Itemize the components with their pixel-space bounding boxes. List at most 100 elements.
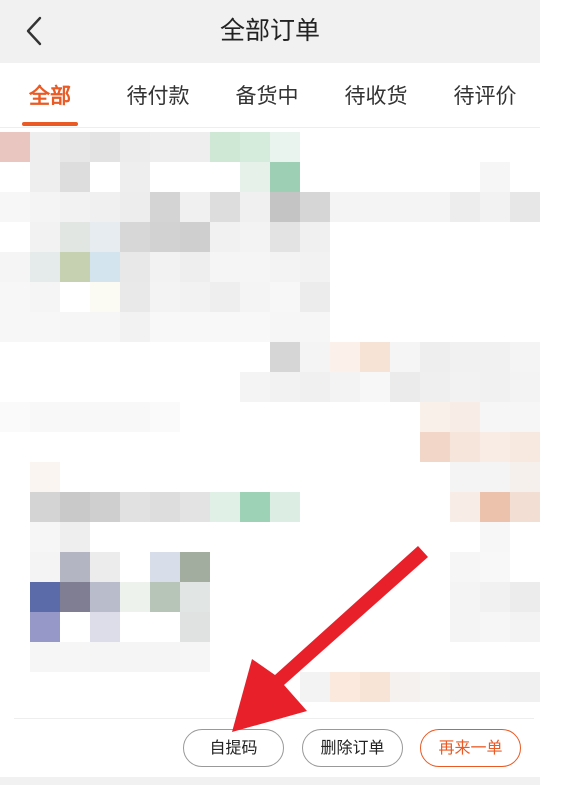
mosaic-cell xyxy=(450,432,480,462)
mosaic-cell xyxy=(180,612,210,642)
mosaic-cell xyxy=(480,342,510,372)
mosaic-cell xyxy=(90,252,120,282)
mosaic-cell xyxy=(0,282,30,312)
mosaic-cell xyxy=(360,192,390,222)
mosaic-cell xyxy=(360,342,390,372)
mosaic-cell xyxy=(420,192,450,222)
mosaic-cell xyxy=(270,282,300,312)
mosaic-cell xyxy=(240,162,270,192)
mosaic-cell xyxy=(210,312,240,342)
mosaic-cell xyxy=(30,612,60,642)
mosaic-cell xyxy=(300,282,330,312)
mosaic-cell xyxy=(480,192,510,222)
mosaic-cell xyxy=(120,642,150,672)
mosaic-cell xyxy=(180,312,210,342)
mosaic-cell xyxy=(90,402,120,432)
mosaic-cell xyxy=(60,252,90,282)
mosaic-cell xyxy=(90,612,120,642)
active-tab-indicator xyxy=(22,122,78,126)
pixelated-order-content xyxy=(0,132,540,717)
mosaic-cell xyxy=(30,312,60,342)
pickup-code-button[interactable]: 自提码 xyxy=(183,729,284,767)
mosaic-cell xyxy=(90,582,120,612)
mosaic-cell xyxy=(450,462,480,492)
tab-pending-receipt[interactable]: 待收货 xyxy=(333,79,419,113)
tab-preparing[interactable]: 备货中 xyxy=(224,79,310,113)
mosaic-cell xyxy=(480,612,510,642)
reorder-button[interactable]: 再来一单 xyxy=(420,729,521,767)
mosaic-cell xyxy=(60,222,90,252)
mosaic-cell xyxy=(330,192,360,222)
mosaic-cell xyxy=(120,312,150,342)
mosaic-cell xyxy=(150,642,180,672)
mosaic-cell xyxy=(150,312,180,342)
mosaic-cell xyxy=(240,132,270,162)
mosaic-cell xyxy=(240,252,270,282)
mosaic-cell xyxy=(60,582,90,612)
mosaic-cell xyxy=(420,402,450,432)
mosaic-cell xyxy=(510,432,540,462)
mosaic-cell xyxy=(0,192,30,222)
mosaic-cell xyxy=(420,372,450,402)
mosaic-cell xyxy=(90,192,120,222)
mosaic-cell xyxy=(450,372,480,402)
mosaic-cell xyxy=(30,282,60,312)
page-title: 全部订单 xyxy=(219,16,320,45)
mosaic-cell xyxy=(450,552,480,582)
mosaic-cell xyxy=(180,282,210,312)
mosaic-cell xyxy=(0,312,30,342)
tab-pending-review[interactable]: 待评价 xyxy=(442,79,528,113)
mosaic-cell xyxy=(90,492,120,522)
mosaic-cell xyxy=(60,132,90,162)
mosaic-cell xyxy=(330,672,360,702)
mosaic-cell xyxy=(420,432,450,462)
bottom-separator xyxy=(0,777,540,785)
mosaic-cell xyxy=(390,192,420,222)
mosaic-cell xyxy=(60,192,90,222)
mosaic-cell xyxy=(150,402,180,432)
mosaic-cell xyxy=(90,312,120,342)
mosaic-cell xyxy=(90,282,120,312)
mosaic-cell xyxy=(120,222,150,252)
mosaic-cell xyxy=(90,132,120,162)
mosaic-cell xyxy=(510,402,540,432)
mosaic-cell xyxy=(450,582,480,612)
mosaic-cell xyxy=(270,312,300,342)
mosaic-cell xyxy=(270,492,300,522)
mosaic-cell xyxy=(120,282,150,312)
mosaic-cell xyxy=(150,222,180,252)
mosaic-cell xyxy=(180,222,210,252)
mosaic-cell xyxy=(240,372,270,402)
mosaic-cell xyxy=(270,162,300,192)
mosaic-cell xyxy=(180,192,210,222)
mosaic-cell xyxy=(120,162,150,192)
mosaic-cell xyxy=(90,222,120,252)
delete-order-button[interactable]: 删除订单 xyxy=(302,729,403,767)
tab-pending-payment[interactable]: 待付款 xyxy=(115,79,201,113)
mosaic-cell xyxy=(150,492,180,522)
mosaic-cell xyxy=(420,672,450,702)
mosaic-cell xyxy=(300,372,330,402)
mosaic-cell xyxy=(330,372,360,402)
mosaic-cell xyxy=(180,582,210,612)
mosaic-cell xyxy=(270,372,300,402)
mosaic-cell xyxy=(510,192,540,222)
mosaic-cell xyxy=(60,312,90,342)
mosaic-cell xyxy=(180,492,210,522)
mosaic-cell xyxy=(30,132,60,162)
tab-all[interactable]: 全部 xyxy=(7,79,93,113)
mosaic-cell xyxy=(390,342,420,372)
mosaic-cell xyxy=(30,402,60,432)
mosaic-cell xyxy=(30,192,60,222)
mosaic-cell xyxy=(300,222,330,252)
mosaic-cell xyxy=(240,282,270,312)
mosaic-cell xyxy=(150,282,180,312)
mosaic-cell xyxy=(300,252,330,282)
mosaic-cell xyxy=(480,162,510,192)
mosaic-cell xyxy=(60,492,90,522)
mosaic-cell xyxy=(510,462,540,492)
mosaic-cell xyxy=(30,642,60,672)
mosaic-cell xyxy=(450,672,480,702)
mosaic-cell xyxy=(240,222,270,252)
mosaic-cell xyxy=(30,582,60,612)
